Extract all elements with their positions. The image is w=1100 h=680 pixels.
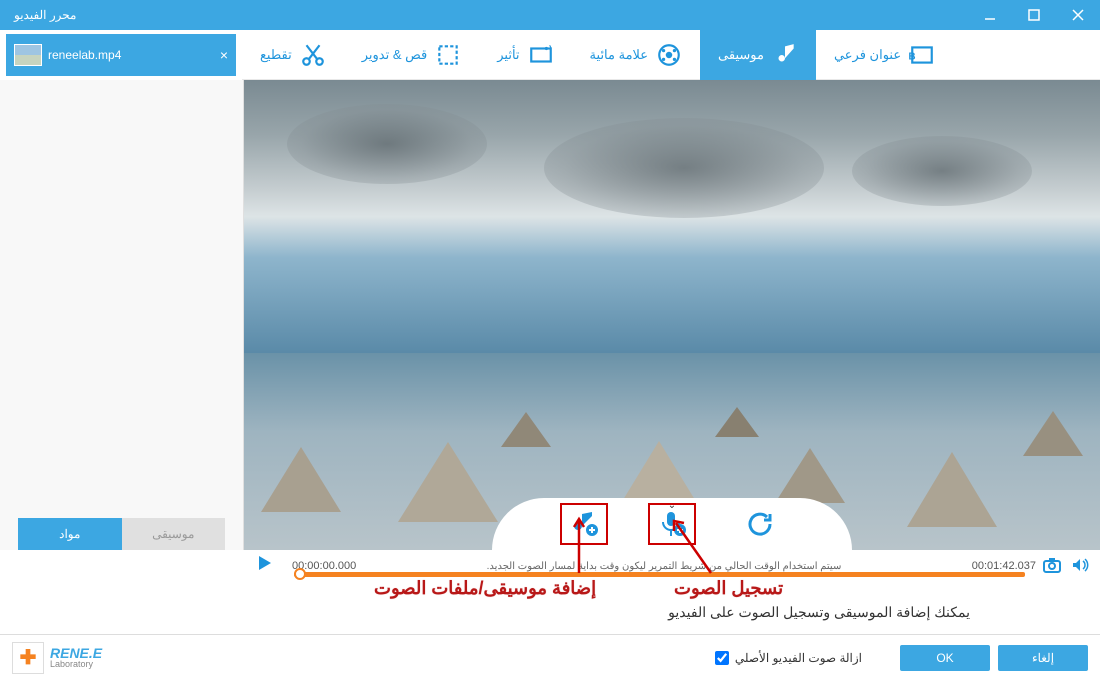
tab-watermark[interactable]: علامة مائية bbox=[572, 30, 701, 80]
file-tab[interactable]: reneelab.mp4 × bbox=[6, 34, 236, 76]
annotation-description: يمكنك إضافة الموسيقى وتسجيل الصوت على ال… bbox=[668, 604, 970, 621]
remove-original-audio-checkbox[interactable]: ازالة صوت الفيديو الأصلي bbox=[715, 651, 862, 665]
file-thumbnail bbox=[14, 44, 42, 66]
callout-annotations: إضافة موسيقى/ملفات الصوت تسجيل الصوت يمك… bbox=[244, 560, 1100, 620]
sidebar-tab-music[interactable]: موسيقى bbox=[122, 518, 226, 550]
app-logo: ✚ RENE.ELaboratory bbox=[12, 642, 102, 674]
ok-button[interactable]: OK bbox=[900, 645, 990, 671]
maximize-button[interactable] bbox=[1012, 0, 1056, 30]
tab-music[interactable]: موسيقى bbox=[700, 30, 816, 80]
tab-subtitle[interactable]: SUB عنوان فرعي bbox=[816, 30, 953, 80]
annotation-record-audio: تسجيل الصوت bbox=[674, 578, 783, 599]
dropdown-caret-icon[interactable]: ⌄ bbox=[668, 500, 676, 511]
tab-effect[interactable]: تأثير bbox=[479, 30, 571, 80]
remove-audio-input[interactable] bbox=[715, 651, 729, 665]
file-name: reneelab.mp4 bbox=[48, 48, 121, 62]
sidebar: مواد موسيقى bbox=[0, 80, 244, 550]
close-file-icon[interactable]: × bbox=[220, 47, 228, 63]
titlebar: محرر الفيديو bbox=[0, 0, 1100, 30]
main-toolbar: تقطيع قص & تدوير تأثير علامة مائية موسيق… bbox=[242, 30, 1100, 80]
svg-text:SUB: SUB bbox=[909, 51, 916, 62]
close-button[interactable] bbox=[1056, 0, 1100, 30]
annotation-add-music: إضافة موسيقى/ملفات الصوت bbox=[374, 578, 596, 599]
minimize-button[interactable] bbox=[968, 0, 1012, 30]
sidebar-tab-materials[interactable]: مواد bbox=[18, 518, 122, 550]
video-preview: ⌄ bbox=[244, 80, 1100, 550]
window-title: محرر الفيديو bbox=[14, 8, 76, 22]
refresh-button[interactable] bbox=[736, 503, 784, 545]
footer: ✚ RENE.ELaboratory ازالة صوت الفيديو الأ… bbox=[0, 634, 1100, 680]
tab-cut[interactable]: تقطيع bbox=[242, 30, 344, 80]
logo-icon: ✚ bbox=[12, 642, 44, 674]
cancel-button[interactable]: إلغاء bbox=[998, 645, 1088, 671]
tab-crop-rotate[interactable]: قص & تدوير bbox=[344, 30, 480, 80]
